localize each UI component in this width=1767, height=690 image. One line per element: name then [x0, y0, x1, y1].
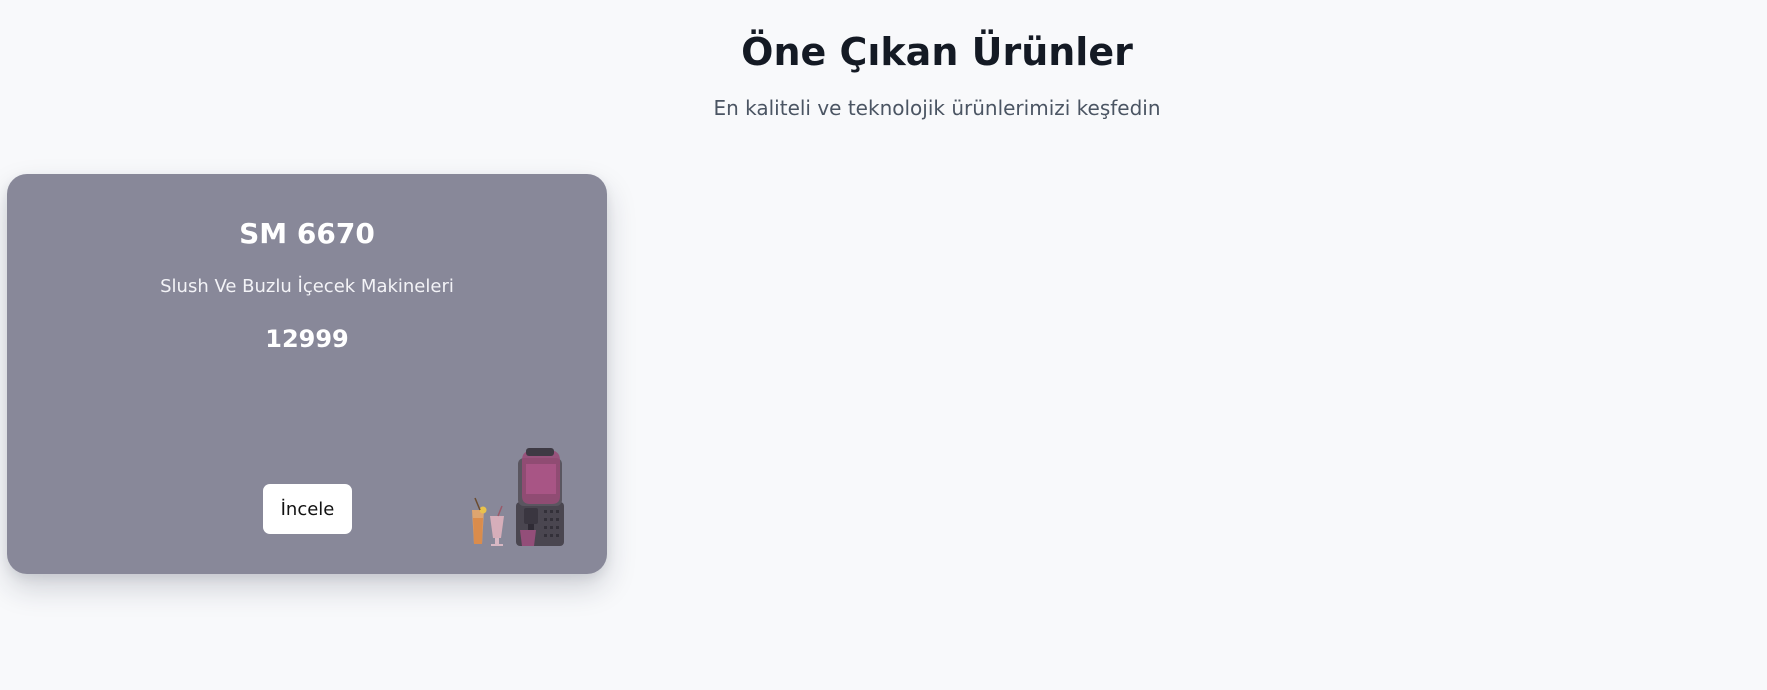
page-title: Öne Çıkan Ürünler	[741, 30, 1133, 74]
product-price: 12999	[265, 325, 349, 353]
page-subtitle: En kaliteli ve teknolojik ürünlerimizi k…	[713, 96, 1161, 120]
featured-products-page: Öne Çıkan Ürünler En kaliteli ve teknolo…	[0, 0, 1767, 690]
product-category: Slush Ve Buzlu İçecek Makineleri	[160, 276, 454, 297]
slush-machine-image	[464, 448, 580, 548]
inspect-button[interactable]: İncele	[263, 484, 352, 534]
product-name: SM 6670	[239, 217, 375, 250]
product-card: SM 6670 Slush Ve Buzlu İçecek Makineleri…	[7, 174, 607, 574]
